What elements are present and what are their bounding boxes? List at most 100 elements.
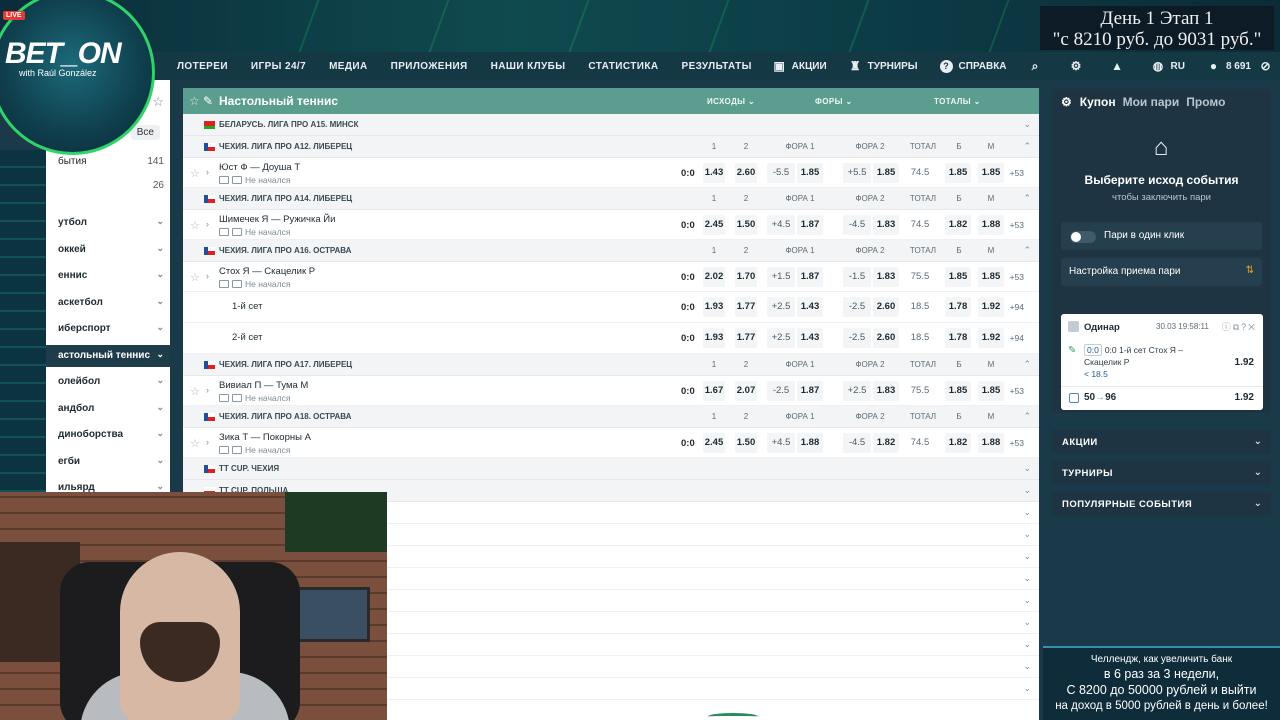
favorite-star-icon[interactable]: ☆: [152, 94, 164, 110]
odds-cell-h1o[interactable]: 1.87: [797, 381, 823, 401]
odds-cell-h1o[interactable]: 1.43: [797, 328, 823, 348]
sidebar-sport-item[interactable]: олейбол ⌄: [46, 371, 170, 393]
sidebar-sport-item[interactable]: астольный теннис ⌄: [46, 344, 170, 367]
more-markets-link[interactable]: +53: [1010, 438, 1024, 448]
nav-clubs[interactable]: НАШИ КЛУБЫ: [491, 61, 566, 72]
odds-cell-tb[interactable]: 1.85: [945, 381, 971, 401]
gear-icon[interactable]: ⚙: [1061, 95, 1072, 109]
video-icon[interactable]: [232, 176, 242, 184]
league-row[interactable]: БЕЛАРУСЬ. ЛИГА ПРО А15. МИНСК ⌄: [183, 114, 1039, 136]
odds-cell-o1[interactable]: 1.93: [703, 297, 725, 317]
chevron-down-icon[interactable]: ⌄: [1023, 683, 1031, 694]
event-row[interactable]: ☆ › Стох Я — Скацелик Р Не начался 0:0 2.02 1.…: [183, 262, 1039, 292]
tab-promo[interactable]: Промо: [1186, 95, 1225, 109]
odds-cell-tb[interactable]: 1.78: [945, 297, 971, 317]
event-row[interactable]: ☆ › Шимечек Я — Ружичка Йи Не начался 0:0 2.4…: [183, 210, 1039, 240]
odds-cell-h1[interactable]: +4.5: [767, 215, 795, 235]
odds-cell-h2[interactable]: -1.5: [843, 267, 871, 287]
chevron-down-icon[interactable]: ⌄: [1023, 507, 1031, 518]
stats-icon[interactable]: [219, 446, 229, 454]
league-row[interactable]: ЧЕХИЯ. ЛИГА ПРО А18. ОСТРАВА 1 2 ФОРА 1 ФОРА…: [183, 406, 1039, 428]
odds-cell-h2o[interactable]: 1.83: [873, 267, 899, 287]
odds-cell-tb[interactable]: 1.82: [945, 215, 971, 235]
odds-cell-h1[interactable]: -5.5: [767, 163, 795, 183]
chevron-down-icon[interactable]: ⌄: [1023, 551, 1031, 562]
favorite-star-icon[interactable]: ☆: [190, 437, 200, 450]
odds-cell-o1[interactable]: 1.67: [703, 381, 725, 401]
chevron-down-icon[interactable]: ⌄: [1023, 595, 1031, 606]
odds-cell-tb[interactable]: 1.78: [945, 328, 971, 348]
language-selector[interactable]: ◍ RU: [1152, 59, 1185, 73]
stake-input[interactable]: 50→96: [1084, 392, 1116, 403]
sidebar-sport-item[interactable]: оккей ⌄: [46, 239, 170, 261]
odds-cell-h2o[interactable]: 1.82: [873, 433, 899, 453]
tab-my-bets[interactable]: Мои пари: [1123, 95, 1180, 109]
odds-cell-h2o[interactable]: 1.83: [873, 381, 899, 401]
sidebar-row-other[interactable]: 26: [46, 177, 170, 195]
stats-icon[interactable]: [219, 280, 229, 288]
event-teams[interactable]: Зика Т — Покорны А: [219, 432, 311, 443]
copy-icon[interactable]: ⧉: [1233, 322, 1241, 332]
column-outcomes[interactable]: ИСХОДЫ ⌄: [707, 97, 755, 106]
video-icon[interactable]: [232, 394, 242, 402]
event-teams[interactable]: Вивиал П — Тума М: [219, 380, 308, 391]
odds-cell-tb[interactable]: 1.82: [945, 433, 971, 453]
sidebar-sport-item[interactable]: иберспорт ⌄: [46, 318, 170, 340]
video-icon[interactable]: [232, 280, 242, 288]
eye-off-icon[interactable]: ⊘: [1259, 59, 1272, 73]
one-click-toggle[interactable]: [1070, 231, 1096, 243]
chevron-up-icon[interactable]: ⌃: [1023, 141, 1031, 152]
favorite-star-icon[interactable]: ☆: [190, 167, 200, 180]
odds-cell-o1[interactable]: 2.45: [703, 433, 725, 453]
odds-cell-h2o[interactable]: 2.60: [873, 328, 899, 348]
league-row[interactable]: TT CUP. ЧЕХИЯ ⌄: [183, 458, 1039, 480]
odds-cell-o2[interactable]: 1.50: [735, 215, 757, 235]
more-markets-link[interactable]: +53: [1010, 220, 1024, 230]
odds-cell-h2o[interactable]: 1.85: [873, 163, 899, 183]
odds-cell-h1o[interactable]: 1.85: [797, 163, 823, 183]
chevron-up-icon[interactable]: ⌃: [1023, 411, 1031, 422]
chevron-right-icon[interactable]: ›: [206, 437, 209, 447]
odds-cell-h1[interactable]: +2.5: [767, 328, 795, 348]
odds-cell-h1o[interactable]: 1.87: [797, 267, 823, 287]
league-row[interactable]: ЧЕХИЯ. ЛИГА ПРО А12. ЛИБЕРЕЦ 1 2 ФОРА 1 ФОРА…: [183, 136, 1039, 158]
sidebar-sport-item[interactable]: аскетбол ⌄: [46, 292, 170, 314]
odds-cell-o2[interactable]: 1.77: [735, 328, 757, 348]
odds-cell-tm[interactable]: 1.85: [978, 381, 1004, 401]
chevron-down-icon[interactable]: ⌄: [1023, 485, 1031, 496]
sidebar-sport-item[interactable]: андбол ⌄: [46, 398, 170, 420]
odds-cell-h2[interactable]: -2.5: [843, 328, 871, 348]
chevron-up-icon[interactable]: ⌃: [1023, 245, 1031, 256]
league-row[interactable]: ЧЕХИЯ. ЛИГА ПРО А16. ОСТРАВА 1 2 ФОРА 1 ФОРА…: [183, 240, 1039, 262]
odds-cell-h1[interactable]: +1.5: [767, 267, 795, 287]
stats-icon[interactable]: [219, 394, 229, 402]
sidebar-sport-item[interactable]: еннис ⌄: [46, 265, 170, 287]
event-row[interactable]: 1-й сет 0:0 1.93 1.77 +2.5 1.43 -2.5 2.60 18.5 1.…: [183, 292, 1039, 323]
more-markets-link[interactable]: +94: [1010, 333, 1024, 343]
sidebar-sport-item[interactable]: егби ⌄: [46, 451, 170, 473]
event-teams[interactable]: Стох Я — Скацелик Р: [219, 266, 315, 277]
odds-cell-tb[interactable]: 1.85: [945, 267, 971, 287]
odds-cell-h2[interactable]: -2.5: [843, 297, 871, 317]
chevron-down-icon[interactable]: ⌄: [1023, 529, 1031, 540]
notifications-button[interactable]: ▲: [1111, 59, 1130, 73]
nav-help[interactable]: ? СПРАВКА: [939, 59, 1007, 73]
odds-cell-h2[interactable]: -4.5: [843, 215, 871, 235]
settings-button[interactable]: ⚙: [1070, 59, 1089, 73]
bet-settings-row[interactable]: Настройка приема пари ⇅: [1061, 258, 1262, 286]
tab-all[interactable]: Все: [130, 125, 160, 140]
chevron-right-icon[interactable]: ›: [206, 385, 209, 395]
odds-cell-tm[interactable]: 1.92: [978, 328, 1004, 348]
odds-cell-o1[interactable]: 2.45: [703, 215, 725, 235]
odds-cell-h1[interactable]: -2.5: [767, 381, 795, 401]
odds-cell-tm[interactable]: 1.88: [978, 433, 1004, 453]
event-row[interactable]: 2-й сет 0:0 1.93 1.77 +2.5 1.43 -2.5 2.60 18.5 1.…: [183, 323, 1039, 354]
odds-cell-tb[interactable]: 1.85: [945, 163, 971, 183]
video-icon[interactable]: [232, 228, 242, 236]
more-markets-link[interactable]: +53: [1010, 386, 1024, 396]
more-markets-link[interactable]: +94: [1010, 302, 1024, 312]
sidebar-sport-item[interactable]: утбол ⌄: [46, 212, 170, 234]
odds-cell-h1o[interactable]: 1.43: [797, 297, 823, 317]
favorite-star-icon[interactable]: ☆: [190, 219, 200, 232]
odds-cell-h2[interactable]: +2.5: [843, 381, 871, 401]
